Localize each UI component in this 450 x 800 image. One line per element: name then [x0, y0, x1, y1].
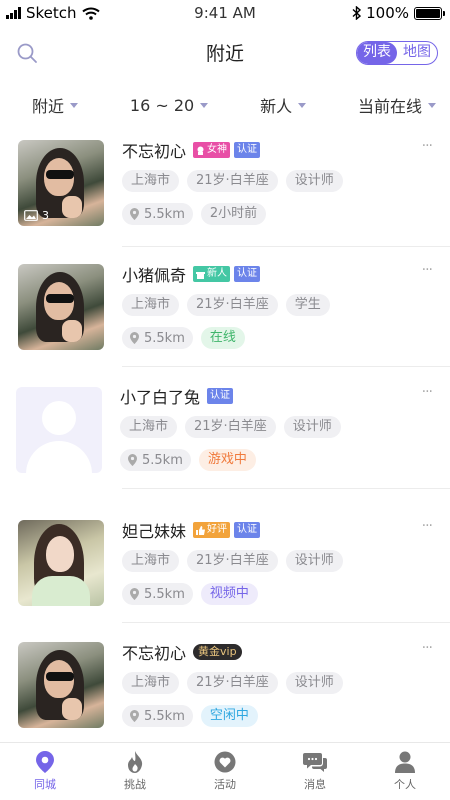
user-name: 不忘初心 [122, 644, 187, 663]
list-item[interactable]: 3 不忘初心 女神 认证 ··· 上海市 21岁·白羊座 设计师 5.5km 2… [0, 138, 450, 256]
location-icon [130, 588, 139, 600]
filter-location[interactable]: 附近 [32, 93, 79, 117]
tab-profile[interactable]: 个人 [360, 743, 450, 800]
distance-badge: 5.5km [122, 327, 193, 349]
more-button[interactable]: ··· [422, 640, 433, 656]
city-tag: 上海市 [122, 170, 180, 192]
wifi-icon [81, 7, 100, 20]
location-pin-icon [36, 751, 54, 773]
avatar[interactable]: 3 [18, 140, 104, 226]
city-tag: 上海市 [122, 672, 180, 694]
view-toggle[interactable]: 列表 地图 [356, 41, 438, 65]
age-tag: 21岁·白羊座 [185, 416, 276, 438]
verified-badge: 认证 [234, 142, 261, 158]
list-item[interactable]: 不忘初心 黄金vip ··· 上海市 21岁·白羊座 设计师 5.5km 空闲中 [0, 640, 450, 742]
verified-badge: 认证 [207, 388, 234, 404]
age-tag: 21岁·白羊座 [187, 170, 278, 192]
job-tag: 学生 [285, 294, 330, 316]
flame-icon [128, 751, 143, 773]
user-name: 妲己妹妹 [122, 522, 187, 541]
tab-bar: 同城 挑战 活动 消息 个人 [0, 742, 450, 800]
toggle-list-button[interactable]: 列表 [357, 42, 397, 64]
verified-badge: 认证 [234, 266, 261, 282]
goddess-badge: 女神 [193, 142, 231, 158]
gift-icon [196, 271, 206, 279]
bluetooth-icon [352, 6, 362, 20]
good-review-badge: 好评 [193, 522, 231, 538]
battery-percent: 100% [366, 4, 409, 22]
status-badge: 2小时前 [200, 203, 267, 225]
vip-badge: 黄金vip [193, 644, 242, 660]
distance-badge: 5.5km [122, 705, 193, 727]
nav-bar: 附近 列表 地图 [0, 26, 450, 78]
avatar-placeholder[interactable] [16, 387, 102, 473]
distance-badge: 5.5km [120, 449, 191, 471]
status-badge: 在线 [200, 327, 245, 349]
tab-challenge[interactable]: 挑战 [90, 743, 180, 800]
avatar[interactable] [18, 520, 104, 606]
more-button[interactable]: ··· [422, 138, 433, 154]
toggle-map-button[interactable]: 地图 [397, 42, 437, 64]
location-icon [130, 710, 139, 722]
user-name: 不忘初心 [122, 142, 187, 161]
job-tag: 设计师 [283, 416, 341, 438]
filter-online[interactable]: 当前在线 [358, 93, 436, 117]
city-tag: 上海市 [120, 416, 178, 438]
chat-bubbles-icon [303, 753, 327, 772]
caret-down-icon [427, 102, 436, 108]
carrier-label: Sketch [26, 4, 77, 22]
more-button[interactable]: ··· [422, 384, 433, 400]
age-tag: 21岁·白羊座 [187, 550, 278, 572]
job-tag: 设计师 [285, 170, 343, 192]
more-button[interactable]: ··· [422, 518, 433, 534]
caret-down-icon [200, 102, 209, 108]
list-item[interactable]: 小了白了兔 认证 ··· 上海市 21岁·白羊座 设计师 5.5km 游戏中 [0, 384, 450, 514]
avatar[interactable] [18, 264, 104, 350]
newbie-badge: 新人 [193, 266, 231, 282]
page-title: 附近 [205, 42, 244, 65]
tab-nearby[interactable]: 同城 [0, 743, 90, 800]
user-list: 3 不忘初心 女神 认证 ··· 上海市 21岁·白羊座 设计师 5.5km 2… [0, 132, 450, 742]
photo-count: 3 [24, 209, 49, 222]
tab-activity[interactable]: 活动 [180, 743, 270, 800]
thumbs-up-icon [196, 525, 206, 535]
city-tag: 上海市 [122, 294, 180, 316]
search-icon[interactable] [16, 42, 38, 64]
filter-new[interactable]: 新人 [260, 93, 307, 117]
status-badge: 游戏中 [198, 449, 256, 471]
location-icon [130, 332, 139, 344]
signal-icon [6, 7, 21, 19]
city-tag: 上海市 [122, 550, 180, 572]
age-tag: 21岁·白羊座 [187, 294, 278, 316]
battery-icon [414, 6, 445, 20]
job-tag: 设计师 [285, 550, 343, 572]
person-icon [395, 751, 415, 773]
filter-bar: 附近 16 ~ 20 新人 当前在线 [0, 78, 450, 132]
image-icon [24, 210, 38, 221]
list-item[interactable]: 妲己妹妹 好评 认证 ··· 上海市 21岁·白羊座 设计师 5.5km 视频中 [0, 518, 450, 636]
job-tag: 设计师 [285, 672, 343, 694]
filter-age[interactable]: 16 ~ 20 [130, 96, 209, 115]
user-name: 小了白了兔 [120, 388, 201, 407]
more-button[interactable]: ··· [422, 262, 433, 278]
user-name: 小猪佩奇 [122, 266, 187, 285]
location-icon [128, 454, 137, 466]
age-tag: 21岁·白羊座 [187, 672, 278, 694]
status-bar: Sketch 100% [0, 0, 450, 26]
caret-down-icon [298, 102, 307, 108]
tab-messages[interactable]: 消息 [270, 743, 360, 800]
avatar[interactable] [18, 642, 104, 728]
verified-badge: 认证 [234, 522, 261, 538]
status-badge: 视频中 [200, 583, 258, 605]
distance-badge: 5.5km [122, 583, 193, 605]
heart-icon [214, 751, 236, 773]
status-badge: 空闲中 [200, 705, 258, 727]
list-item[interactable]: 小猪佩奇 新人 认证 ··· 上海市 21岁·白羊座 学生 5.5km 在线 [0, 262, 450, 380]
caret-down-icon [70, 102, 79, 108]
goddess-icon [197, 146, 204, 155]
distance-badge: 5.5km [122, 203, 193, 225]
location-icon [130, 208, 139, 220]
